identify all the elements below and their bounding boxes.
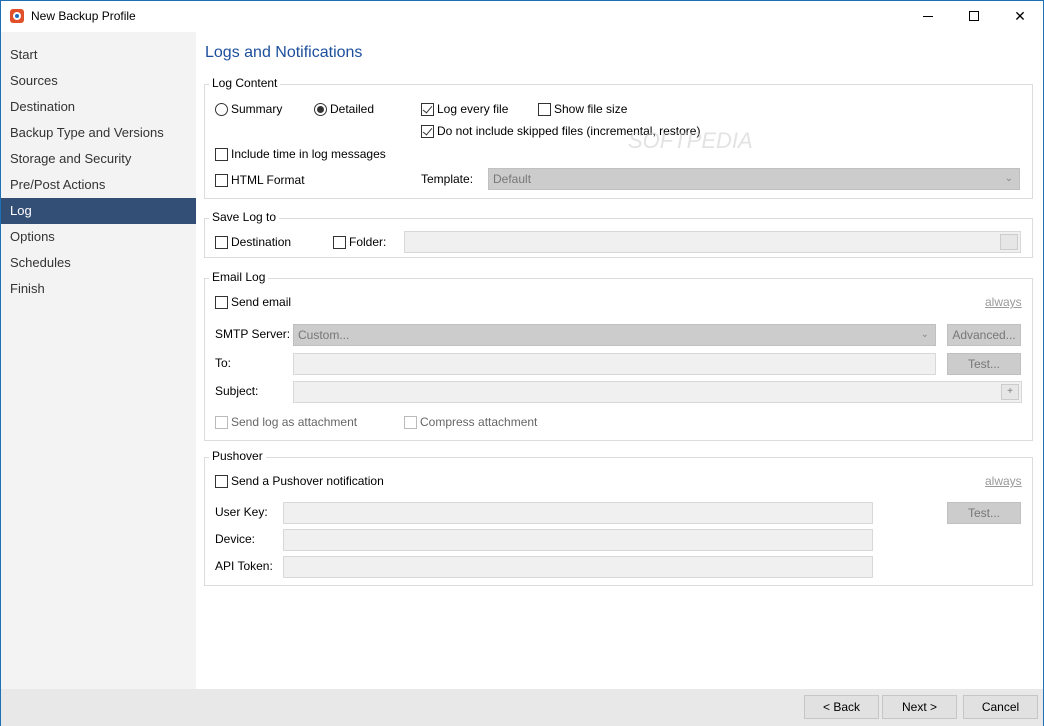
compress-attachment-checkbox[interactable] <box>404 416 417 429</box>
device-label: Device: <box>215 532 256 546</box>
send-email-label: Send email <box>231 295 292 309</box>
device-input[interactable] <box>283 529 873 551</box>
user-key-input[interactable] <box>283 502 873 524</box>
sidebar-item-backup-type[interactable]: Backup Type and Versions <box>1 120 196 146</box>
user-key-label: User Key: <box>215 505 268 519</box>
subject-plus-button[interactable]: + <box>1001 384 1019 400</box>
app-logo-icon <box>10 9 24 23</box>
save-destination-label: Destination <box>231 235 292 249</box>
pushover-always-link[interactable]: always <box>985 474 1022 488</box>
skip-files-checkbox[interactable] <box>421 125 434 138</box>
html-format-checkbox[interactable] <box>215 174 228 187</box>
summary-radio[interactable] <box>215 103 228 116</box>
sidebar-item-pre-post-actions[interactable]: Pre/Post Actions <box>1 172 196 198</box>
sidebar-item-schedules[interactable]: Schedules <box>1 250 196 276</box>
title-bar: New Backup Profile ✕ <box>1 1 1043 31</box>
log-content-group: Log Content Summary Detailed Log every f… <box>204 76 1033 199</box>
sidebar-item-start[interactable]: Start <box>1 42 196 68</box>
sidebar-item-destination[interactable]: Destination <box>1 94 196 120</box>
browse-folder-icon[interactable] <box>1000 234 1018 250</box>
save-folder-label: Folder: <box>349 235 387 249</box>
send-attachment-label: Send log as attachment <box>231 415 358 429</box>
email-subject-input[interactable]: + <box>293 381 1022 403</box>
wizard-sidebar: Start Sources Destination Backup Type an… <box>1 32 196 689</box>
subject-label: Subject: <box>215 384 259 398</box>
detailed-label: Detailed <box>330 102 375 116</box>
send-attachment-checkbox[interactable] <box>215 416 228 429</box>
cancel-button[interactable]: Cancel <box>963 695 1038 719</box>
advanced-button[interactable]: Advanced... <box>947 324 1021 346</box>
sidebar-item-options[interactable]: Options <box>1 224 196 250</box>
backup-profile-window: New Backup Profile ✕ Start Sources Desti… <box>0 0 1044 726</box>
pushover-label: Send a Pushover notification <box>231 474 384 488</box>
email-log-legend: Email Log <box>209 270 269 284</box>
save-log-group: Save Log to Destination Folder: <box>204 210 1033 258</box>
maximize-icon <box>969 11 979 21</box>
html-format-label: HTML Format <box>231 173 305 187</box>
next-button[interactable]: Next > <box>882 695 957 719</box>
sidebar-item-sources[interactable]: Sources <box>1 68 196 94</box>
folder-path-input[interactable] <box>404 231 1021 253</box>
summary-label: Summary <box>231 102 283 116</box>
smtp-server-label: SMTP Server: <box>215 327 291 341</box>
main-panel: Logs and Notifications Log Content Summa… <box>196 32 1043 689</box>
close-button[interactable]: ✕ <box>997 1 1043 31</box>
close-icon: ✕ <box>1014 7 1026 24</box>
skip-files-label: Do not include skipped files (incrementa… <box>437 124 701 138</box>
pushover-group: Pushover Send a Pushover notification al… <box>204 449 1033 586</box>
include-time-checkbox[interactable] <box>215 148 228 161</box>
minimize-button[interactable] <box>905 1 951 31</box>
email-test-button[interactable]: Test... <box>947 353 1021 375</box>
smtp-server-select[interactable]: Custom... ⌄ <box>293 324 936 346</box>
wizard-footer: < Back Next > Cancel <box>1 689 1043 726</box>
detailed-radio[interactable] <box>314 103 327 116</box>
smtp-server-value: Custom... <box>298 328 350 342</box>
save-folder-checkbox[interactable] <box>333 236 346 249</box>
pushover-legend: Pushover <box>209 449 266 463</box>
chevron-down-icon: ⌄ <box>920 329 929 340</box>
chevron-down-icon: ⌄ <box>1004 173 1013 184</box>
save-destination-checkbox[interactable] <box>215 236 228 249</box>
log-every-file-checkbox[interactable] <box>421 103 434 116</box>
window-title: New Backup Profile <box>31 9 136 23</box>
show-file-size-label: Show file size <box>554 102 628 116</box>
pushover-checkbox[interactable] <box>215 475 228 488</box>
page-title: Logs and Notifications <box>205 44 363 61</box>
email-always-link[interactable]: always <box>985 295 1022 309</box>
include-time-label: Include time in log messages <box>231 147 386 161</box>
email-to-input[interactable] <box>293 353 936 375</box>
sidebar-item-finish[interactable]: Finish <box>1 276 196 302</box>
api-token-label: API Token: <box>215 559 273 573</box>
pushover-test-button[interactable]: Test... <box>947 502 1021 524</box>
template-value: Default <box>493 172 532 186</box>
show-file-size-checkbox[interactable] <box>538 103 551 116</box>
back-button[interactable]: < Back <box>804 695 879 719</box>
template-label: Template: <box>421 172 474 186</box>
template-select[interactable]: Default ⌄ <box>488 168 1020 190</box>
to-label: To: <box>215 356 232 370</box>
maximize-button[interactable] <box>951 1 997 31</box>
send-email-checkbox[interactable] <box>215 296 228 309</box>
sidebar-item-log[interactable]: Log <box>1 198 196 224</box>
api-token-input[interactable] <box>283 556 873 578</box>
email-log-group: Email Log Send email always SMTP Server:… <box>204 270 1033 441</box>
sidebar-item-storage-security[interactable]: Storage and Security <box>1 146 196 172</box>
log-every-file-label: Log every file <box>437 102 509 116</box>
log-content-legend: Log Content <box>209 76 281 90</box>
minimize-icon <box>923 15 933 17</box>
save-log-legend: Save Log to <box>209 210 280 224</box>
compress-attachment-label: Compress attachment <box>420 415 538 429</box>
